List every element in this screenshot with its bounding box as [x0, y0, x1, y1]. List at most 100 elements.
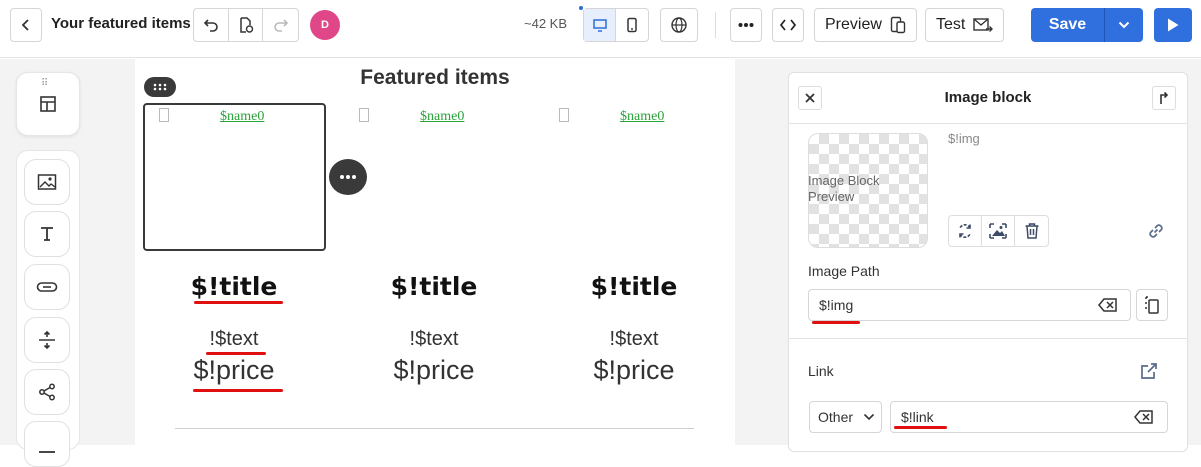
backspace-clear-icon — [1134, 410, 1153, 424]
image-variable-text: $!img — [948, 131, 980, 146]
preview-button[interactable]: Preview — [814, 8, 917, 42]
panel-title: Image block — [944, 89, 1032, 106]
mobile-view-button[interactable] — [616, 9, 648, 41]
avatar[interactable]: D — [310, 10, 340, 40]
annotation-underline — [812, 321, 860, 324]
link-image-button[interactable] — [1146, 221, 1166, 246]
dynamic-content-button[interactable] — [1136, 289, 1168, 321]
text-icon — [41, 227, 53, 241]
image-path-input[interactable]: $!img — [808, 289, 1131, 321]
product-title[interactable]: $!title — [354, 272, 514, 301]
redo-icon — [273, 19, 288, 32]
send-button[interactable] — [1154, 8, 1192, 42]
send-mail-icon — [973, 18, 994, 32]
button-tool[interactable] — [24, 264, 70, 310]
image-icon — [37, 174, 57, 190]
chevron-down-icon — [863, 413, 875, 421]
annotation-underline — [194, 301, 283, 304]
link-type-select[interactable]: Other — [809, 401, 882, 433]
replace-image-button[interactable] — [949, 216, 982, 246]
panel-divider — [788, 338, 1188, 339]
drag-grip-icon[interactable]: ⠿ — [41, 78, 49, 89]
block-more-button[interactable] — [329, 159, 367, 195]
backspace-clear-icon — [1098, 298, 1117, 312]
image-path-value: $!img — [819, 297, 854, 313]
preview-button-label: Preview — [825, 16, 882, 33]
product-text[interactable]: !$text — [554, 328, 714, 351]
redo-button[interactable] — [263, 9, 298, 41]
broken-image-icon — [159, 108, 169, 122]
image-tool[interactable] — [24, 159, 70, 205]
divider-icon — [39, 451, 55, 453]
more-horizontal-icon — [340, 175, 356, 179]
clear-link-button[interactable] — [1134, 409, 1154, 425]
link-url-value: $!link — [901, 409, 934, 425]
product-price[interactable]: $!price — [154, 355, 314, 386]
play-icon — [1168, 18, 1179, 32]
annotation-underline — [894, 426, 947, 429]
save-options-button[interactable] — [1105, 8, 1143, 42]
product-title[interactable]: $!title — [554, 272, 714, 301]
undo-icon — [203, 19, 218, 32]
globe-icon — [671, 17, 687, 33]
undo-button[interactable] — [194, 9, 229, 41]
share-icon — [39, 383, 55, 401]
button-icon — [36, 282, 58, 292]
canvas-divider — [175, 428, 694, 429]
product-name-link[interactable]: $name0 — [220, 109, 264, 125]
canvas-title[interactable]: Featured items — [135, 66, 735, 90]
preview-device-icon — [890, 16, 906, 34]
edit-image-button[interactable] — [982, 216, 1015, 246]
test-button-label: Test — [936, 16, 966, 33]
chevron-left-icon — [21, 19, 29, 31]
image-block-panel — [788, 72, 1188, 452]
text-tool[interactable] — [24, 211, 70, 257]
back-button[interactable] — [10, 8, 42, 42]
open-link-button[interactable] — [1140, 362, 1158, 385]
product-name-link[interactable]: $name0 — [420, 109, 464, 125]
more-options-button[interactable] — [730, 8, 762, 42]
test-button[interactable]: Test — [925, 8, 1005, 42]
annotation-underline — [193, 389, 283, 392]
external-link-icon — [1141, 363, 1157, 379]
language-button[interactable] — [660, 8, 698, 42]
save-button-group: Save — [1031, 8, 1143, 42]
social-tool[interactable] — [24, 369, 70, 415]
delete-image-button[interactable] — [1015, 216, 1048, 246]
block-drag-handle[interactable] — [144, 77, 176, 97]
grip-dots-icon — [153, 83, 167, 91]
selected-image-block[interactable] — [143, 103, 326, 251]
copy-variable-icon — [1145, 296, 1159, 314]
desktop-icon — [592, 19, 607, 32]
image-edit-icon — [989, 223, 1007, 239]
toolbar-divider — [715, 12, 716, 38]
broken-image-icon — [359, 108, 369, 122]
save-version-button[interactable] — [229, 9, 264, 41]
product-text[interactable]: !$text — [354, 328, 514, 351]
layout-blocks-icon — [40, 96, 56, 112]
more-horizontal-icon — [738, 23, 754, 27]
desktop-view-button[interactable] — [584, 9, 616, 41]
image-actions — [948, 215, 1049, 247]
spacer-tool[interactable] — [24, 317, 70, 363]
select-parent-button[interactable] — [1152, 86, 1176, 110]
chevron-down-icon — [1118, 21, 1130, 29]
divider-tool[interactable] — [24, 421, 70, 467]
page-title: Your featured items — [51, 15, 191, 32]
product-price[interactable]: $!price — [554, 355, 714, 386]
link-type-value: Other — [818, 409, 854, 425]
arrow-up-icon — [1160, 91, 1169, 104]
annotation-underline — [206, 352, 266, 355]
product-title[interactable]: $!title — [154, 272, 314, 301]
product-name-link[interactable]: $name0 — [620, 109, 664, 125]
product-price[interactable]: $!price — [354, 355, 514, 386]
image-path-label: Image Path — [808, 263, 880, 279]
file-history-icon — [239, 17, 253, 33]
save-button[interactable]: Save — [1031, 8, 1105, 42]
code-icon — [780, 19, 796, 31]
code-view-button[interactable] — [772, 8, 804, 42]
clear-image-path-button[interactable] — [1098, 297, 1118, 313]
product-text[interactable]: !$text — [154, 328, 314, 351]
broken-image-icon — [559, 108, 569, 122]
image-preview-alt: Image Block Preview — [808, 173, 880, 204]
